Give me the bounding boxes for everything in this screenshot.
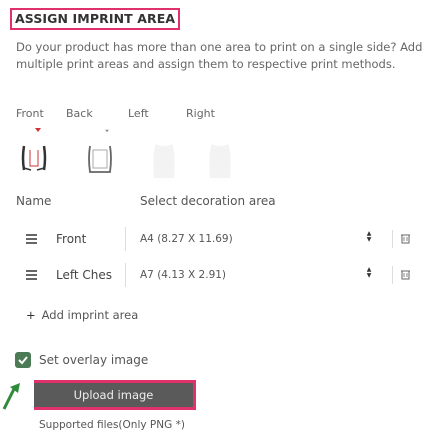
overlay-checkbox[interactable] [15, 352, 31, 368]
decoration-area-select[interactable]: A7 (4.13 X 2.91) [132, 264, 388, 286]
trash-icon [401, 234, 410, 244]
delete-button[interactable] [392, 230, 417, 248]
drag-handle-icon[interactable] [26, 234, 37, 244]
trash-icon [401, 270, 410, 280]
plus-icon: + [26, 308, 36, 322]
imprint-row: Left Ches A7 (4.13 X 2.91) ▲ ▼ [16, 261, 424, 289]
delete-button[interactable] [392, 266, 417, 284]
checkmark-icon [18, 356, 28, 365]
imprint-name-field[interactable]: Front [46, 227, 126, 251]
active-marker-icon [35, 128, 41, 132]
supported-files-note: Supported files(Only PNG *) [39, 419, 185, 431]
upload-image-button[interactable]: Upload image [34, 380, 196, 410]
view-tab-label: Back [66, 107, 93, 120]
select-arrows-icon[interactable]: ▲ ▼ [365, 267, 373, 281]
view-tab-right[interactable]: Right [186, 107, 226, 120]
add-imprint-area-label: Add imprint area [41, 308, 139, 322]
decoration-area-select[interactable]: A4 (8.27 X 11.69) [132, 228, 388, 250]
drag-handle-icon[interactable] [26, 270, 37, 280]
imprint-name-field[interactable]: Left Ches [46, 263, 126, 287]
add-imprint-area-link[interactable]: + Add imprint area [26, 308, 138, 322]
view-tab-label: Front [16, 107, 44, 120]
imprint-row: Front A4 (8.27 X 11.69) ▲ ▼ [16, 225, 424, 253]
back-shirt-thumbnail[interactable] [84, 138, 116, 182]
section-title: ASSIGN IMPRINT AREA [10, 8, 180, 30]
pointer-arrow-icon [2, 383, 20, 410]
view-tab-label: Right [186, 107, 215, 120]
overlay-label: Set overlay image [39, 353, 149, 367]
view-tabs: Front Back Left Right [16, 107, 226, 120]
view-tab-back[interactable]: Back [66, 107, 128, 120]
name-column-header: Name [16, 194, 52, 208]
view-tab-front[interactable]: Front [16, 107, 66, 120]
decoration-column-header: Select decoration area [140, 194, 276, 208]
marker-icon [105, 129, 109, 133]
view-tab-label: Left [128, 107, 149, 120]
left-shirt-thumbnail[interactable] [148, 138, 180, 182]
right-shirt-thumbnail[interactable] [204, 138, 236, 182]
select-arrows-icon[interactable]: ▲ ▼ [365, 231, 373, 245]
view-tab-left[interactable]: Left [128, 107, 186, 120]
section-description: Do your product has more than one area t… [16, 40, 423, 71]
front-shirt-thumbnail[interactable] [18, 138, 50, 182]
